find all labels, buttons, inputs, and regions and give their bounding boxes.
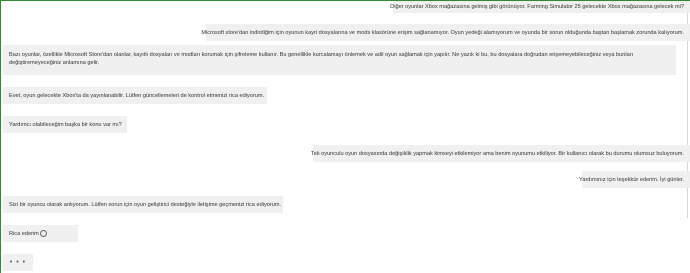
message-user: Microsoft store'dan indirdiğim için oyun… [201, 24, 690, 41]
message-text: Yardımcı olabileceğim başka bir konu var… [9, 121, 122, 128]
message-user: Diğer oyunlar Xbox mağazasına gelmiş gib… [390, 1, 690, 13]
message-text: Microsoft store'dan indirdiğim için oyun… [201, 29, 684, 36]
message-assistant: Bazı oyunlar, özellikle Microsoft Store'… [3, 45, 676, 75]
message-text: Sizi bir oyuncu olarak anlıyorum. Lütfen… [9, 201, 282, 208]
smiley-icon [39, 230, 47, 237]
message-text: Yardımınız için teşekkür ederim. İyi gün… [579, 176, 684, 183]
message-user: Yardımınız için teşekkür ederim. İyi gün… [579, 171, 690, 188]
typing-indicator: • • • [3, 254, 33, 271]
message-text: Rica ederim [9, 230, 39, 237]
message-user: Tek oyunculu oyun dosyasında değişiklik … [310, 145, 690, 162]
message-assistant: Sizi bir oyuncu olarak anlıyorum. Lütfen… [3, 196, 283, 213]
message-text: Evet, oyun gelecekte Xbox'ta da yayınlan… [9, 92, 265, 99]
chat-transcript: Diğer oyunlar Xbox mağazasına gelmiş gib… [0, 0, 690, 273]
message-text: Bazı oyunlar, özellikle Microsoft Store'… [9, 52, 634, 66]
message-text: Tek oyunculu oyun dosyasında değişiklik … [310, 150, 684, 157]
message-assistant: Rica ederim [3, 225, 78, 242]
typing-dots: • • • [9, 258, 27, 266]
message-assistant: Evet, oyun gelecekte Xbox'ta da yayınlan… [3, 87, 267, 104]
message-text: Diğer oyunlar Xbox mağazasına gelmiş gib… [390, 4, 684, 10]
message-assistant: Yardımcı olabileceğim başka bir konu var… [3, 116, 127, 133]
